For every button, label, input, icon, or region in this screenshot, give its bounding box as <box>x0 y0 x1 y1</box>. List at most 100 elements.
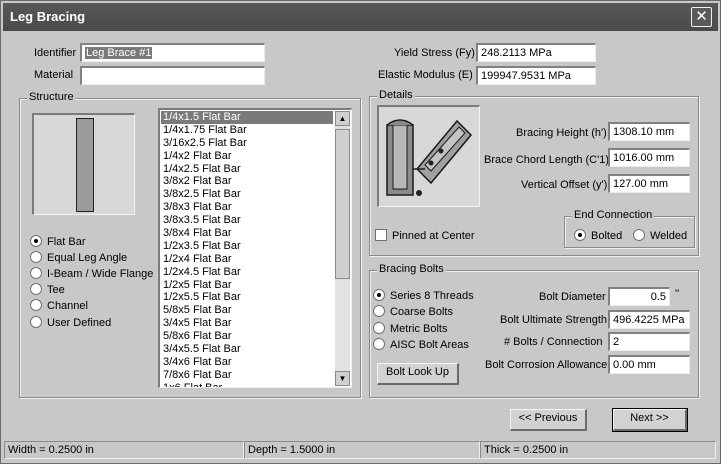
size-list-item[interactable]: 3/8x3 Flat Bar <box>161 201 333 214</box>
shape-radio-flat-bar[interactable]: Flat Bar <box>30 235 86 251</box>
size-list-item[interactable]: 1/4x2.5 Flat Bar <box>161 163 333 176</box>
radio-icon <box>30 316 42 328</box>
radio-icon <box>373 338 385 350</box>
radio-icon <box>373 305 385 317</box>
end-connection-bolted-radio[interactable]: Bolted <box>574 229 622 245</box>
size-list-items: 1/4x1.5 Flat Bar 1/4x1.75 Flat Bar 3/16x2.… <box>161 111 333 387</box>
bolt-ultimate-strength-label: Bolt Ultimate Strength <box>500 314 607 326</box>
shape-radio-user-defined[interactable]: User Defined <box>30 316 111 332</box>
pinned-at-center-checkbox[interactable]: Pinned at Center <box>375 229 475 245</box>
next-button[interactable]: Next >> <box>612 408 688 432</box>
bolt-diameter-input[interactable]: 0.5 <box>608 287 670 306</box>
shape-radio-label: Flat Bar <box>47 236 86 248</box>
brace-chord-length-input[interactable]: 1016.00 mm <box>608 148 690 167</box>
size-list-item[interactable]: 7/8x6 Flat Bar <box>161 369 333 382</box>
size-list-item[interactable]: 1/4x1.75 Flat Bar <box>161 124 333 137</box>
size-list-item[interactable]: 1/2x4 Flat Bar <box>161 253 333 266</box>
size-list-item[interactable]: 1/4x2 Flat Bar <box>161 150 333 163</box>
bracing-diagram <box>377 105 480 207</box>
bolt-ultimate-strength-input[interactable]: 496.4225 MPa <box>608 310 690 329</box>
chevron-up-icon: ▲ <box>338 114 347 123</box>
shape-radio-label: Channel <box>47 300 88 312</box>
shape-radio-i-beam[interactable]: I-Beam / Wide Flange <box>30 267 153 283</box>
structure-group-title: Structure <box>27 91 76 103</box>
identifier-input[interactable]: Leg Brace #1 <box>80 43 265 62</box>
elastic-modulus-label: Elastic Modulus (E) <box>378 69 473 81</box>
size-list-item[interactable]: 3/8x2.5 Flat Bar <box>161 188 333 201</box>
radio-icon <box>373 322 385 334</box>
scroll-up-button[interactable]: ▲ <box>335 111 350 126</box>
size-list-item[interactable]: 1/4x1.5 Flat Bar <box>161 111 333 124</box>
status-width: Width = 0.2500 in <box>4 441 244 459</box>
size-list-item[interactable]: 1/2x4.5 Flat Bar <box>161 266 333 279</box>
status-thick: Thick = 0.2500 in <box>480 441 716 459</box>
close-icon: ✕ <box>695 8 708 25</box>
radio-icon <box>30 299 42 311</box>
radio-icon <box>30 283 42 295</box>
radio-icon <box>633 229 645 241</box>
size-list-item[interactable]: 3/4x6 Flat Bar <box>161 356 333 369</box>
size-list-item[interactable]: 3/4x5 Flat Bar <box>161 317 333 330</box>
end-connection-label: Welded <box>650 230 688 242</box>
shape-radio-label: Equal Leg Angle <box>47 252 128 264</box>
bolt-radio-label: Series 8 Threads <box>390 290 474 302</box>
size-list-item[interactable]: 5/8x5 Flat Bar <box>161 304 333 317</box>
size-list-item[interactable]: 3/8x2 Flat Bar <box>161 175 333 188</box>
bolts-per-connection-label: # Bolts / Connection <box>504 336 603 348</box>
checkbox-icon <box>375 229 387 241</box>
bolts-per-connection-value: 2 <box>613 336 620 348</box>
scroll-down-button[interactable]: ▼ <box>335 371 350 386</box>
radio-icon <box>574 229 586 241</box>
bolt-radio-series-8[interactable]: Series 8 Threads <box>373 289 474 305</box>
radio-icon <box>373 289 385 301</box>
previous-button[interactable]: << Previous <box>510 409 587 431</box>
size-list-item[interactable]: 1x6 Flat Bar <box>161 382 333 387</box>
bolt-radio-metric[interactable]: Metric Bolts <box>373 322 447 338</box>
size-list-item[interactable]: 3/16x2.5 Flat Bar <box>161 137 333 150</box>
elastic-modulus-value: 199947.9531 MPa <box>481 70 571 82</box>
shape-radio-tee[interactable]: Tee <box>30 283 65 299</box>
size-list-item[interactable]: 1/2x3.5 Flat Bar <box>161 240 333 253</box>
size-list-item[interactable]: 3/8x3.5 Flat Bar <box>161 214 333 227</box>
yield-stress-value: 248.2113 MPa <box>481 47 552 59</box>
elastic-modulus-input[interactable]: 199947.9531 MPa <box>476 66 596 85</box>
bolt-corrosion-allowance-input[interactable]: 0.00 mm <box>608 355 690 374</box>
size-list-item[interactable]: 3/8x4 Flat Bar <box>161 227 333 240</box>
bolt-radio-aisc[interactable]: AISC Bolt Areas <box>373 338 469 354</box>
size-list-item[interactable]: 1/2x5.5 Flat Bar <box>161 291 333 304</box>
bracing-height-input[interactable]: 1308.10 mm <box>608 122 690 141</box>
vertical-offset-label: Vertical Offset (y') <box>521 179 608 191</box>
bolt-radio-coarse[interactable]: Coarse Bolts <box>373 305 453 321</box>
yield-stress-input[interactable]: 248.2113 MPa <box>476 43 596 62</box>
yield-stress-label: Yield Stress (Fy) <box>394 47 475 59</box>
bolts-per-connection-input[interactable]: 2 <box>608 332 690 351</box>
bolt-ultimate-strength-value: 496.4225 MPa <box>613 314 685 326</box>
size-list-item[interactable]: 1/2x5 Flat Bar <box>161 279 333 292</box>
material-input[interactable] <box>80 66 265 85</box>
end-connection-welded-radio[interactable]: Welded <box>633 229 687 245</box>
shape-radio-equal-leg-angle[interactable]: Equal Leg Angle <box>30 251 127 267</box>
brace-chord-length-label: Brace Chord Length (C'1) <box>484 154 609 166</box>
bolt-look-up-button[interactable]: Bolt Look Up <box>377 363 459 385</box>
bolt-corrosion-allowance-label: Bolt Corrosion Allowance <box>485 359 608 371</box>
details-group-title: Details <box>377 89 415 101</box>
size-list-item[interactable]: 3/4x5.5 Flat Bar <box>161 343 333 356</box>
bracing-height-value: 1308.10 mm <box>613 126 675 138</box>
size-listbox[interactable]: 1/4x1.5 Flat Bar 1/4x1.75 Flat Bar 3/16x2.… <box>158 108 352 388</box>
size-list-item[interactable]: 5/8x6 Flat Bar <box>161 330 333 343</box>
material-label: Material <box>34 69 74 81</box>
scroll-thumb[interactable] <box>335 129 350 279</box>
leg-brace-illustration <box>386 119 473 196</box>
bolt-radio-label: AISC Bolt Areas <box>390 339 469 351</box>
shape-radio-channel[interactable]: Channel <box>30 299 88 315</box>
vertical-offset-input[interactable]: 127.00 mm <box>608 174 690 193</box>
bolt-radio-label: Metric Bolts <box>390 323 448 335</box>
end-connection-title: End Connection <box>572 209 655 221</box>
identifier-label: Identifier <box>34 47 77 59</box>
bracing-height-label: Bracing Height (h') <box>516 127 607 139</box>
shape-radio-label: Tee <box>47 284 65 296</box>
size-list-scrollbar[interactable]: ▲ ▼ <box>335 111 350 386</box>
brace-chord-length-value: 1016.00 mm <box>613 152 675 164</box>
bolt-diameter-label: Bolt Diameter <box>539 291 606 303</box>
close-button[interactable]: ✕ <box>691 7 712 27</box>
